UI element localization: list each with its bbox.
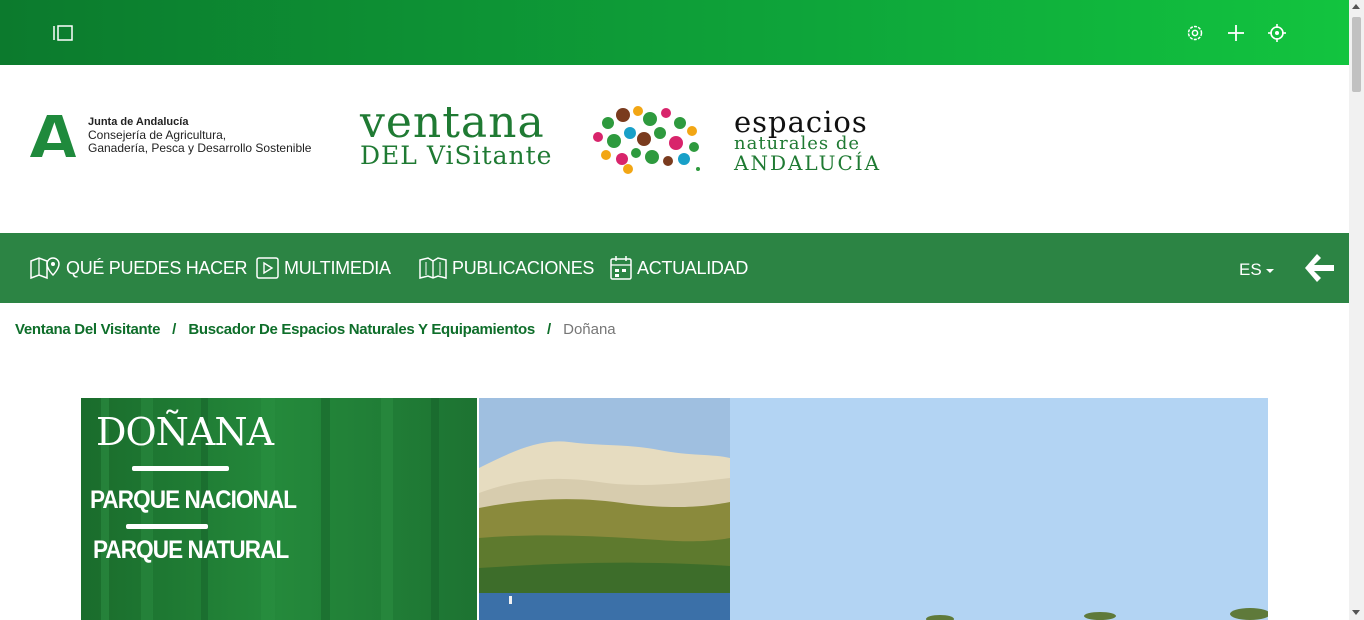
banner-title: DOÑANA xyxy=(96,410,274,454)
breadcrumb-item-buscador[interactable]: Buscador De Espacios Naturales Y Equipam… xyxy=(188,321,535,338)
dunes-photo xyxy=(479,398,730,620)
plus-icon[interactable] xyxy=(1225,22,1247,44)
nav-item-actualidad[interactable]: ACTUALIDAD xyxy=(610,233,748,303)
junta-name: Junta de Andalucía xyxy=(88,115,189,128)
breadcrumb-current: Doñana xyxy=(563,321,616,338)
banner-subtitle-1: PARQUE NACIONAL xyxy=(90,486,297,514)
nature-mosaic-icon xyxy=(593,106,700,174)
espacios-region: ANDALUCÍA xyxy=(734,151,882,175)
crosshair-icon[interactable] xyxy=(1266,22,1288,44)
junta-logo[interactable]: Junta de Andalucía Consejería de Agricul… xyxy=(30,113,311,157)
scrollbar-thumb[interactable] xyxy=(1352,17,1361,92)
nav-label: ACTUALIDAD xyxy=(637,257,749,278)
junta-emblem-icon xyxy=(30,115,76,157)
espacios-logo[interactable]: espacios naturales de ANDALUCÍA xyxy=(734,105,882,175)
nav-label: PUBLICACIONES xyxy=(452,257,595,278)
nav-item-multimedia[interactable]: MULTIMEDIA xyxy=(256,233,391,303)
ventana-logo[interactable]: ventana DEL ViSitante xyxy=(360,97,553,170)
language-selector[interactable]: ES xyxy=(1239,260,1274,280)
banner-title-panel: DOÑANA PARQUE NACIONAL PARQUE NATURAL xyxy=(81,398,477,620)
scroll-up-icon[interactable] xyxy=(1352,4,1360,9)
nav-label: QUÉ PUEDES HACER xyxy=(66,257,248,278)
caret-down-icon xyxy=(1265,268,1274,273)
nav-item-que-puedes-hacer[interactable]: QUÉ PUEDES HACER xyxy=(30,233,248,303)
calendar-icon xyxy=(610,256,632,280)
language-label: ES xyxy=(1239,260,1262,279)
ventana-title: ventana xyxy=(360,97,545,148)
banner-subtitle-2: PARQUE NATURAL xyxy=(93,536,289,564)
nav-label: MULTIMEDIA xyxy=(284,257,391,278)
scroll-down-icon[interactable] xyxy=(1352,610,1360,615)
banner-divider xyxy=(126,524,208,529)
main-nav: QUÉ PUEDES HACER MULTIMEDIA PUBLICACIONE… xyxy=(0,233,1349,303)
back-arrow-icon[interactable] xyxy=(1303,253,1335,283)
settings-icon[interactable] xyxy=(1184,22,1206,44)
hero-banner: DOÑANA PARQUE NACIONAL PARQUE NATURAL xyxy=(81,398,1268,620)
site-header: Junta de Andalucía Consejería de Agricul… xyxy=(0,65,1349,233)
vertical-scrollbar[interactable] xyxy=(1349,0,1364,620)
top-bar xyxy=(0,0,1349,65)
play-icon xyxy=(256,257,279,279)
sidebar-toggle-icon[interactable] xyxy=(50,22,76,44)
map-pin-icon xyxy=(30,257,60,280)
page: Junta de Andalucía Consejería de Agricul… xyxy=(0,0,1349,620)
breadcrumb: Ventana Del Visitante / Buscador De Espa… xyxy=(15,321,616,338)
ventana-subtitle: DEL ViSitante xyxy=(360,141,553,170)
consejeria-line2: Ganadería, Pesca y Desarrollo Sostenible xyxy=(88,140,312,155)
breadcrumb-separator: / xyxy=(172,321,177,338)
nav-item-publicaciones[interactable]: PUBLICACIONES xyxy=(419,233,594,303)
lagoon-photo xyxy=(730,398,1268,620)
consejeria-line1: Consejería de Agricultura, xyxy=(88,127,227,142)
breadcrumb-separator: / xyxy=(546,321,552,338)
breadcrumb-item-home[interactable]: Ventana Del Visitante xyxy=(15,321,160,338)
banner-divider xyxy=(132,466,229,471)
espacios-title: espacios xyxy=(734,105,868,139)
book-icon xyxy=(419,257,447,279)
